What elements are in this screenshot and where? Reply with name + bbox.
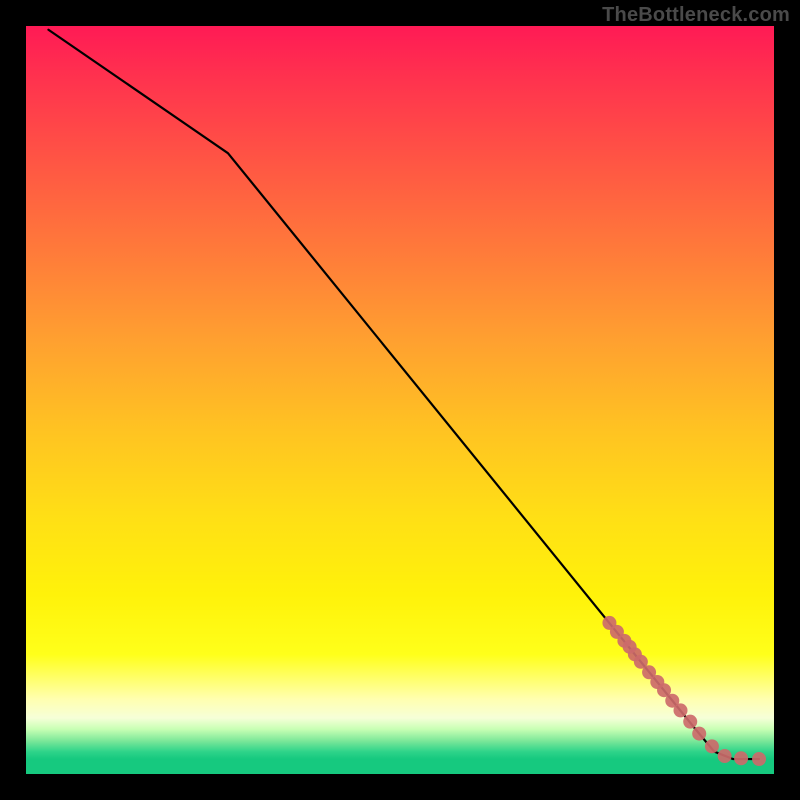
watermark-text: TheBottleneck.com [602,4,790,27]
heatmap-gradient [26,26,774,774]
chart-stage: TheBottleneck.com [0,0,800,800]
plot-area [26,26,774,774]
